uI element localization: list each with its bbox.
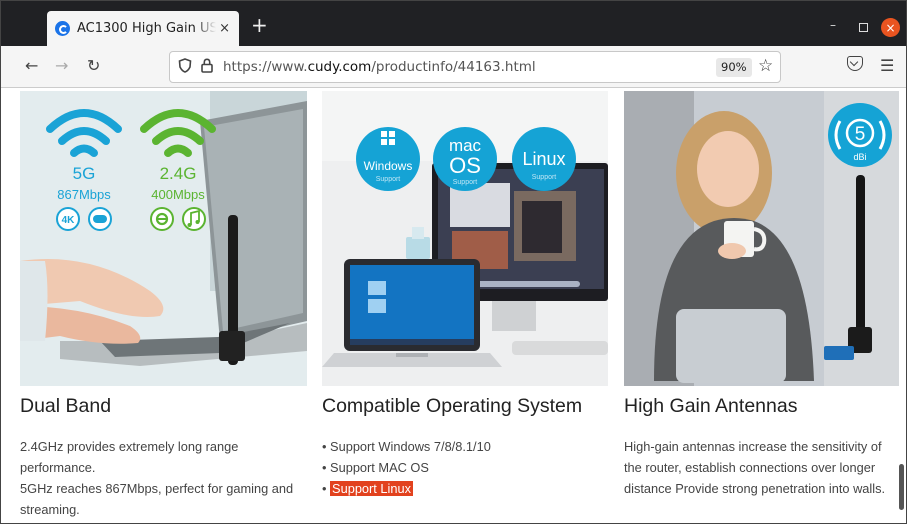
cudy-favicon-icon <box>55 21 70 36</box>
compatible-os-image: Windows Support mac OS Support Linux Sup… <box>322 91 608 386</box>
url-prefix: https://www. <box>223 59 308 75</box>
os-label: OS <box>449 153 481 178</box>
high-gain-antenna-image: 5 dBi <box>624 91 899 386</box>
list-item: • Support Linux <box>322 481 414 496</box>
navigation-toolbar: ← → ↻ https://www.cudy.com/productinfo/4… <box>1 46 906 88</box>
badge-4k-label: 4K <box>62 215 76 226</box>
dual-band-description: 2.4GHz provides extremely long range per… <box>20 436 310 520</box>
dual-band-text-1: 2.4GHz provides extremely long range per… <box>20 439 239 475</box>
gamepad-icon <box>88 207 112 231</box>
linux-label: Linux <box>522 149 565 169</box>
tab-close-icon[interactable]: × <box>218 21 231 36</box>
music-note-icon <box>182 207 206 231</box>
os-bullet-linux-highlighted: Support Linux <box>330 481 414 496</box>
url-domain: cudy.com <box>307 59 372 75</box>
5dbi-gain-badge: 5 dBi <box>828 103 892 167</box>
list-item: • Support MAC OS <box>322 460 429 475</box>
4k-video-icon: 4K <box>56 207 80 231</box>
browser-window: AC1300 High Gain USB W × + – × ← → ↻ htt… <box>0 0 907 524</box>
dual-band-title: Dual Band <box>20 395 112 417</box>
mac-sub: Support <box>453 179 478 186</box>
band-5g-speed: 867Mbps <box>57 187 111 202</box>
lock-icon[interactable] <box>201 58 213 77</box>
os-bullet-mac: Support MAC OS <box>330 460 429 475</box>
compatible-os-title: Compatible Operating System <box>322 395 583 417</box>
page-content: 5G 867Mbps 2.4G 400Mbps 4K Windows Suppo… <box>1 88 906 523</box>
dbi-value: 5 <box>855 124 866 145</box>
reload-icon[interactable]: ↻ <box>87 56 100 75</box>
high-gain-title: High Gain Antennas <box>624 395 798 417</box>
maximize-button[interactable] <box>859 23 868 32</box>
zoom-level-button[interactable]: 90% <box>716 58 752 77</box>
windows-sub: Support <box>376 176 401 183</box>
tracking-shield-icon[interactable] <box>178 58 192 77</box>
bookmark-star-icon[interactable]: ☆ <box>758 56 773 76</box>
dual-band-text-2: 5GHz reaches 867Mbps, perfect for gaming… <box>20 481 294 517</box>
os-support-list: • Support Windows 7/8/8.1/10 • Support M… <box>322 436 608 499</box>
band-5g-label: 5G <box>73 164 96 183</box>
os-bullet-windows: Support Windows 7/8/8.1/10 <box>330 439 491 454</box>
linux-support-badge: Linux Support <box>512 127 576 191</box>
close-window-button[interactable]: × <box>881 18 900 37</box>
windows-support-badge: Windows Support <box>356 127 420 191</box>
url-text[interactable]: https://www.cudy.com/productinfo/44163.h… <box>223 59 536 75</box>
active-tab[interactable]: AC1300 High Gain USB W × <box>47 11 239 46</box>
page-scrollbar[interactable] <box>899 464 904 510</box>
dual-band-image: 5G 867Mbps 2.4G 400Mbps 4K <box>20 91 307 386</box>
list-item: • Support Windows 7/8/8.1/10 <box>322 439 491 454</box>
high-gain-description: High-gain antennas increase the sensitiv… <box>624 439 886 496</box>
mac-os-support-badge: mac OS Support <box>433 127 497 191</box>
band-2-4g-speed: 400Mbps <box>151 187 205 202</box>
address-bar[interactable]: https://www.cudy.com/productinfo/44163.h… <box>169 51 781 83</box>
tab-title: AC1300 High Gain USB W <box>77 21 216 36</box>
hamburger-menu-icon[interactable]: ☰ <box>880 56 894 75</box>
internet-explorer-icon <box>150 207 174 231</box>
linux-sub: Support <box>532 174 557 181</box>
dbi-unit: dBi <box>853 152 866 162</box>
minimize-button[interactable]: – <box>830 18 836 32</box>
band-2-4g-label: 2.4G <box>160 164 197 183</box>
arrow-left-icon[interactable]: ← <box>25 56 38 75</box>
pocket-icon[interactable] <box>847 56 863 71</box>
arrow-right-icon[interactable]: → <box>55 56 68 75</box>
new-tab-button[interactable]: + <box>251 15 268 35</box>
windows-label: Windows <box>364 159 413 173</box>
tab-strip: AC1300 High Gain USB W × + – × <box>1 1 906 46</box>
url-path: /productinfo/44163.html <box>371 59 536 75</box>
